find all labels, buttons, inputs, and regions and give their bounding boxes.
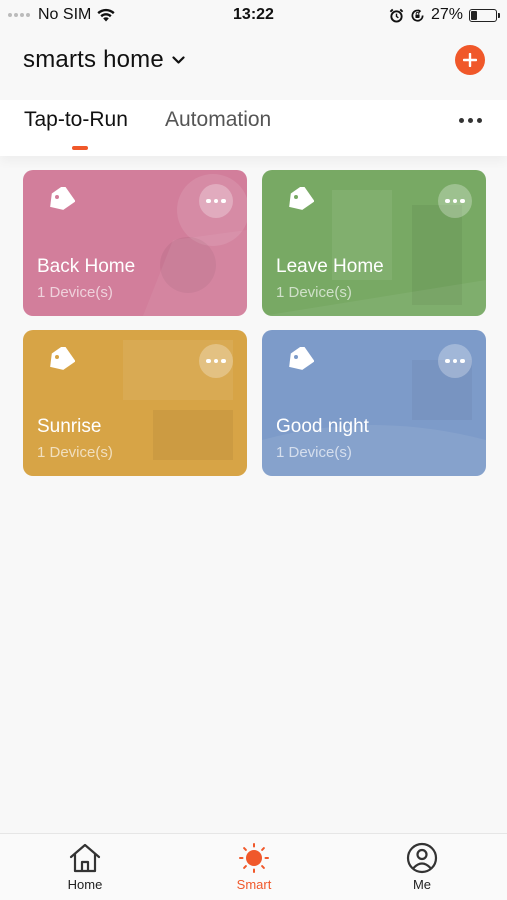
status-bar: No SIM 13:22 27% xyxy=(0,0,507,30)
tag-icon xyxy=(289,187,314,210)
status-right: 27% xyxy=(389,6,500,24)
scene-device-count: 1 Device(s) xyxy=(37,444,113,461)
header: smarts home xyxy=(0,38,507,82)
scene-card-good-night[interactable]: Good night 1 Device(s) xyxy=(262,330,486,476)
scene-more-button[interactable] xyxy=(438,184,472,218)
home-title: smarts home xyxy=(23,46,164,73)
orientation-lock-icon xyxy=(411,8,424,22)
home-selector[interactable]: smarts home xyxy=(23,46,185,74)
home-icon xyxy=(69,843,101,873)
status-left: No SIM xyxy=(8,6,116,24)
scene-tabs: Tap-to-Run Automation xyxy=(0,100,507,156)
more-options-button[interactable] xyxy=(459,118,482,123)
nav-smart[interactable]: Smart xyxy=(214,842,294,892)
plus-icon xyxy=(463,53,477,67)
person-icon xyxy=(406,842,438,874)
nav-home-label: Home xyxy=(67,877,103,892)
tag-icon xyxy=(50,347,75,370)
alarm-clock-icon xyxy=(389,8,404,23)
scene-title: Back Home xyxy=(37,256,136,277)
nav-me-label: Me xyxy=(412,877,432,892)
active-tab-indicator xyxy=(72,146,88,150)
nav-home[interactable]: Home xyxy=(45,842,125,892)
scene-title: Leave Home xyxy=(276,256,384,277)
nav-smart-label: Smart xyxy=(236,877,272,892)
nav-me[interactable]: Me xyxy=(382,842,462,892)
wifi-icon xyxy=(97,8,115,22)
scene-more-button[interactable] xyxy=(199,344,233,378)
chevron-down-icon xyxy=(172,55,185,64)
tag-icon xyxy=(289,347,314,370)
battery-percent: 27% xyxy=(430,6,463,23)
scene-title: Good night xyxy=(276,416,369,437)
scene-device-count: 1 Device(s) xyxy=(37,284,113,301)
scene-card-back-home[interactable]: Back Home 1 Device(s) xyxy=(23,170,247,316)
scene-more-button[interactable] xyxy=(438,344,472,378)
signal-strength-icon xyxy=(8,13,30,17)
carrier-label: No SIM xyxy=(38,6,92,23)
add-scene-button[interactable] xyxy=(455,45,485,75)
sun-icon xyxy=(239,843,269,873)
battery-icon xyxy=(469,8,500,22)
scene-device-count: 1 Device(s) xyxy=(276,444,352,461)
tag-icon xyxy=(50,187,75,210)
scene-more-button[interactable] xyxy=(199,184,233,218)
scene-title: Sunrise xyxy=(37,416,102,437)
tab-tap-to-run[interactable]: Tap-to-Run xyxy=(24,108,128,132)
scene-card-sunrise[interactable]: Sunrise 1 Device(s) xyxy=(23,330,247,476)
scene-card-leave-home[interactable]: Leave Home 1 Device(s) xyxy=(262,170,486,316)
tab-automation[interactable]: Automation xyxy=(165,108,271,132)
battery-level xyxy=(471,10,478,20)
bottom-navigation: Home Smart Me xyxy=(0,833,507,900)
scene-device-count: 1 Device(s) xyxy=(276,284,352,301)
